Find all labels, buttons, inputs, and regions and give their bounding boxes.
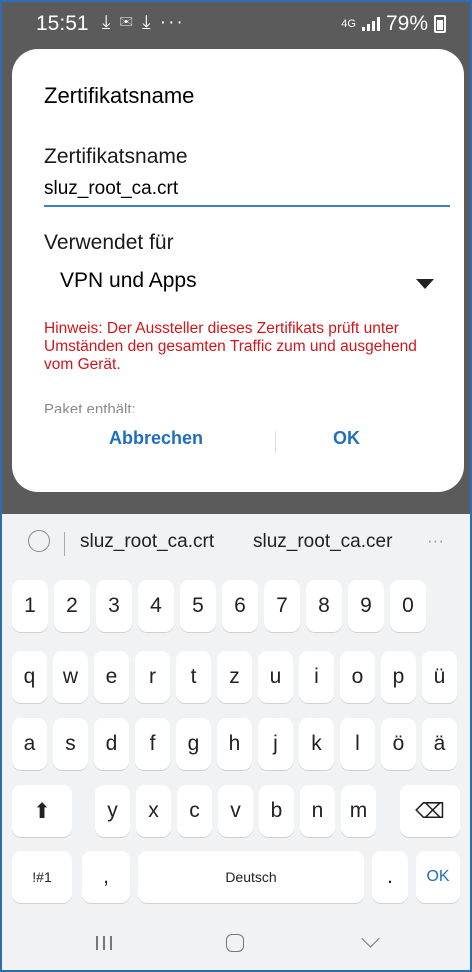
- key-x[interactable]: x: [136, 785, 171, 837]
- certificate-name-input[interactable]: [44, 173, 450, 207]
- key-7[interactable]: 7: [264, 580, 300, 632]
- suggestion-bar: sluz_root_ca.crt sluz_root_ca.cer ···: [2, 514, 470, 572]
- key-9[interactable]: 9: [348, 580, 384, 632]
- suggestion-item[interactable]: sluz_root_ca.cer: [253, 531, 392, 553]
- shift-key[interactable]: ⬆: [12, 785, 72, 837]
- used-for-value: VPN und Apps: [60, 269, 197, 292]
- backspace-key[interactable]: ⌫: [400, 785, 460, 837]
- key-2[interactable]: 2: [54, 580, 90, 632]
- key-q[interactable]: q: [12, 651, 47, 703]
- phone-screen: 15:51 ⤓ ✉ ⤓ ··· 4G 79% Zertifikatsname Z…: [0, 0, 472, 972]
- key-5[interactable]: 5: [180, 580, 216, 632]
- key-k[interactable]: k: [299, 718, 334, 770]
- key-u[interactable]: u: [258, 651, 293, 703]
- certificate-name-label: Zertifikatsname: [44, 145, 188, 168]
- key-b[interactable]: b: [259, 785, 294, 837]
- key-p[interactable]: p: [381, 651, 416, 703]
- battery-icon: [434, 15, 446, 33]
- certificate-name-dialog: Zertifikatsname Zertifikatsname Verwende…: [12, 49, 464, 492]
- suggestion-separator: [64, 532, 65, 556]
- key-m[interactable]: m: [341, 785, 376, 837]
- key-e[interactable]: e: [94, 651, 129, 703]
- key-d[interactable]: d: [94, 718, 129, 770]
- key-8[interactable]: 8: [306, 580, 342, 632]
- key-g[interactable]: g: [176, 718, 211, 770]
- cancel-button[interactable]: Abbrechen: [109, 428, 203, 449]
- key-4[interactable]: 4: [138, 580, 174, 632]
- status-right: 4G 79%: [341, 12, 446, 36]
- status-bar: 15:51 ⤓ ✉ ⤓ ··· 4G 79%: [2, 2, 470, 46]
- key-l[interactable]: l: [340, 718, 375, 770]
- navigation-bar: [2, 924, 470, 970]
- comma-key[interactable]: ,: [82, 851, 130, 903]
- key-1[interactable]: 1: [12, 580, 48, 632]
- key-v[interactable]: v: [218, 785, 253, 837]
- button-divider: [275, 431, 276, 453]
- key-6[interactable]: 6: [222, 580, 258, 632]
- used-for-label: Verwendet für: [44, 231, 174, 254]
- key-ü[interactable]: ü: [422, 651, 457, 703]
- ok-key[interactable]: OK: [416, 851, 460, 903]
- key-0[interactable]: 0: [390, 580, 426, 632]
- key-h[interactable]: h: [217, 718, 252, 770]
- back-icon[interactable]: [361, 929, 380, 948]
- ok-button[interactable]: OK: [333, 428, 360, 449]
- key-n[interactable]: n: [300, 785, 335, 837]
- network-type-icon: 4G: [341, 18, 356, 30]
- dialog-title: Zertifikatsname: [44, 83, 195, 108]
- key-a[interactable]: a: [12, 718, 47, 770]
- key-i[interactable]: i: [299, 651, 334, 703]
- key-f[interactable]: f: [135, 718, 170, 770]
- key-ä[interactable]: ä: [422, 718, 457, 770]
- key-w[interactable]: w: [53, 651, 88, 703]
- key-y[interactable]: y: [95, 785, 130, 837]
- key-t[interactable]: t: [176, 651, 211, 703]
- dropdown-arrow-icon: [416, 279, 434, 289]
- more-options-icon[interactable]: ···: [427, 531, 444, 551]
- key-z[interactable]: z: [217, 651, 252, 703]
- space-key[interactable]: Deutsch: [138, 851, 364, 903]
- status-time: 15:51: [36, 12, 89, 35]
- key-j[interactable]: j: [258, 718, 293, 770]
- key-s[interactable]: s: [53, 718, 88, 770]
- home-icon[interactable]: [226, 934, 244, 952]
- key-c[interactable]: c: [177, 785, 212, 837]
- keyboard: sluz_root_ca.crt sluz_root_ca.cer ··· 1 …: [2, 514, 470, 970]
- key-r[interactable]: r: [135, 651, 170, 703]
- symbols-key[interactable]: !#1: [12, 851, 72, 903]
- notification-icons: ⤓ ✉ ⤓ ···: [102, 12, 185, 33]
- battery-percent: 79%: [385, 12, 428, 35]
- period-key[interactable]: .: [372, 851, 408, 903]
- used-for-dropdown[interactable]: VPN und Apps: [44, 259, 434, 303]
- package-contains-label: Paket enthält:: [44, 401, 136, 413]
- recent-apps-icon[interactable]: [96, 936, 112, 950]
- key-o[interactable]: o: [340, 651, 375, 703]
- emoji-icon[interactable]: [28, 530, 50, 552]
- warning-hint: Hinweis: Der Aussteller dieses Zertifika…: [44, 320, 417, 373]
- key-ö[interactable]: ö: [381, 718, 416, 770]
- suggestion-item[interactable]: sluz_root_ca.crt: [80, 531, 214, 553]
- key-3[interactable]: 3: [96, 580, 132, 632]
- signal-icon: [361, 17, 380, 31]
